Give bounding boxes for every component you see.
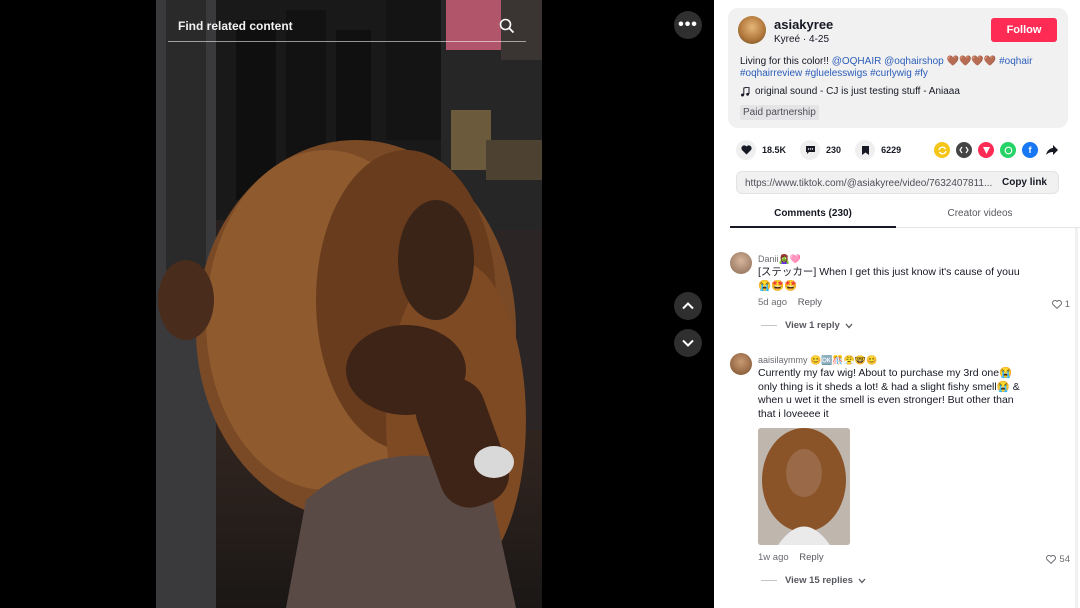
video-link-box: https://www.tiktok.com/@asiakyree/video/… <box>736 171 1059 194</box>
like-count: 18.5K <box>762 145 787 155</box>
comment-photo <box>758 428 850 545</box>
chevron-down-icon <box>845 323 853 328</box>
comment-like-count: 1 <box>1064 299 1070 310</box>
share-icons: f <box>934 142 1060 158</box>
comment-icon <box>800 140 821 160</box>
video-url[interactable]: https://www.tiktok.com/@asiakyree/video/… <box>745 178 995 189</box>
author-display-name: Kyreé <box>774 34 801 45</box>
avatar[interactable] <box>730 353 752 375</box>
mention-link[interactable]: @OQHAIR <box>832 56 882 67</box>
more-icon: ••• <box>678 16 698 33</box>
hashtag-link[interactable]: #gluelesswigs <box>805 68 867 79</box>
hashtag-link[interactable]: #oqhairreview <box>740 68 802 79</box>
copy-link-button[interactable]: Copy link <box>1002 177 1047 188</box>
paid-partnership-badge: Paid partnership <box>740 105 819 120</box>
whatsapp-icon[interactable] <box>1000 142 1016 158</box>
follow-button[interactable]: Follow <box>991 18 1057 42</box>
chevron-down-icon <box>682 339 694 347</box>
comment-button[interactable]: 230 <box>800 140 841 160</box>
next-video-button[interactable] <box>674 329 702 357</box>
divider <box>761 325 777 326</box>
search-bar[interactable]: Find related content <box>168 10 526 42</box>
music-title: original sound - CJ is just testing stuf… <box>755 86 960 97</box>
tab-creator-videos[interactable]: Creator videos <box>896 208 1064 219</box>
view-replies-label: View 1 reply <box>785 320 840 331</box>
action-bar: 18.5K 230 6229 <box>736 140 915 160</box>
hashtag-link[interactable]: #fy <box>915 68 928 79</box>
tab-comments[interactable]: Comments (230) <box>730 208 896 228</box>
comment-username[interactable]: aaisilaymmy 😊🆗🎊😤🤓😊 <box>758 355 877 366</box>
comment-like-button[interactable]: 54 <box>1046 554 1070 565</box>
comment-username[interactable]: Danii🧟‍♀️🩷 <box>758 254 801 265</box>
comment-time: 1w ago <box>758 552 789 563</box>
comment-item: Danii🧟‍♀️🩷 [ステッカー] When I get this just … <box>730 252 1070 332</box>
details-panel: asiakyree Kyreé · 4-25 Follow Living for… <box>714 0 1080 608</box>
save-button[interactable]: 6229 <box>855 140 901 160</box>
mention-link[interactable]: @oqhairshop <box>884 56 944 67</box>
music-link[interactable]: original sound - CJ is just testing stuf… <box>740 86 960 97</box>
view-replies-button[interactable]: View 1 reply <box>761 320 853 331</box>
caption-text: Living for this color!! <box>740 56 829 67</box>
caption: Living for this color!! @OQHAIR @oqhairs… <box>740 56 1060 80</box>
bookmark-icon <box>855 140 876 160</box>
chevron-down-icon <box>858 578 866 583</box>
embed-icon[interactable] <box>956 142 972 158</box>
previous-video-button[interactable] <box>674 292 702 320</box>
comment-time: 5d ago <box>758 297 788 308</box>
video-player[interactable] <box>156 0 542 608</box>
post-date: 4-25 <box>809 34 830 45</box>
video-frame <box>156 0 542 608</box>
reply-button[interactable]: Reply <box>798 297 822 308</box>
repost-icon[interactable] <box>934 142 950 158</box>
avatar[interactable] <box>730 252 752 274</box>
more-options-button[interactable]: ••• <box>674 11 702 39</box>
save-count: 6229 <box>881 145 902 155</box>
scrollbar[interactable] <box>1075 228 1078 608</box>
tab-bar: Comments (230) Creator videos <box>730 200 1080 228</box>
share-arrow-icon[interactable] <box>1044 142 1060 158</box>
facebook-icon[interactable]: f <box>1022 142 1038 158</box>
comment-text: Currently my fav wig! About to purchase … <box>758 367 1020 420</box>
comment-meta: 1w ago Reply <box>758 552 824 563</box>
comment-image[interactable] <box>758 428 850 545</box>
caption-emoji: 🤎🤎🤎🤎 <box>946 56 997 67</box>
author-card: asiakyree Kyreé · 4-25 Follow Living for… <box>728 8 1068 128</box>
heart-icon <box>736 140 756 160</box>
view-replies-label: View 15 replies <box>785 575 853 586</box>
search-icon[interactable] <box>498 17 516 35</box>
heart-outline-icon <box>1046 555 1057 564</box>
author-avatar[interactable] <box>738 16 766 44</box>
reply-button[interactable]: Reply <box>799 552 823 563</box>
comment-meta: 5d ago Reply <box>758 297 822 308</box>
chevron-up-icon <box>682 302 694 310</box>
comment-item: aaisilaymmy 😊🆗🎊😤🤓😊 Currently my fav wig!… <box>730 353 1070 593</box>
author-username[interactable]: asiakyree <box>774 17 833 32</box>
hashtag-link[interactable]: #oqhair <box>999 56 1032 67</box>
comment-like-count: 54 <box>1059 554 1070 565</box>
send-icon[interactable] <box>978 142 994 158</box>
hashtag-link[interactable]: #curlywig <box>870 68 912 79</box>
author-subtitle: Kyreé · 4-25 <box>774 34 830 45</box>
divider <box>761 580 777 581</box>
music-note-icon <box>741 86 750 96</box>
comment-count: 230 <box>826 145 842 155</box>
heart-outline-icon <box>1051 300 1062 309</box>
view-replies-button[interactable]: View 15 replies <box>761 575 866 586</box>
comment-text: [ステッカー] When I get this just know it's c… <box>758 266 1020 292</box>
search-placeholder: Find related content <box>178 18 293 33</box>
video-panel: Find related content ••• <box>0 0 714 608</box>
like-button[interactable]: 18.5K <box>736 140 786 160</box>
comment-like-button[interactable]: 1 <box>1051 299 1070 310</box>
